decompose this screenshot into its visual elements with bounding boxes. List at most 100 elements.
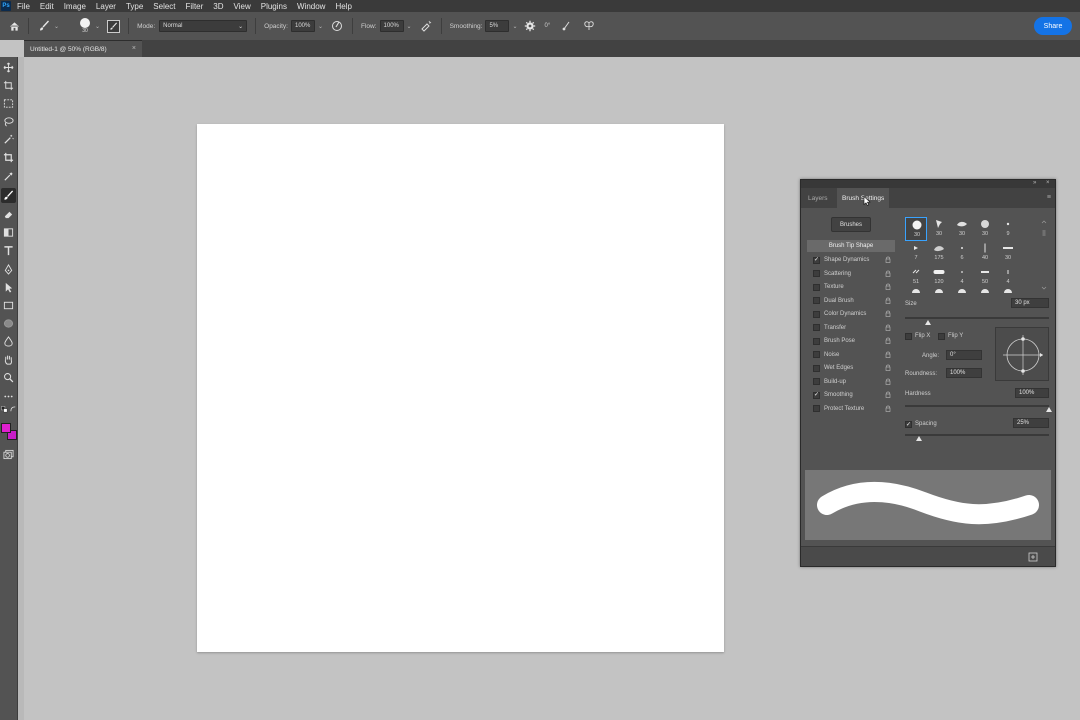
brush-preset[interactable]: 4 [997,265,1019,289]
blur-tool-icon[interactable] [1,334,16,349]
brush-option-item[interactable]: Protect Texture [813,403,895,415]
lock-icon[interactable] [885,391,891,398]
spacing-field[interactable]: 25% [1013,418,1049,428]
menu-file[interactable]: File [17,2,30,11]
brush-preset[interactable]: 30 [974,217,996,241]
brush-option-checkbox[interactable] [813,270,820,277]
hardness-slider-thumb[interactable] [1046,407,1052,412]
roundness-field[interactable]: 100% [946,368,982,378]
brush-preset[interactable]: 6 [951,241,973,265]
gradient-tool-icon[interactable] [1,225,16,240]
brush-preset[interactable]: 120 [928,265,950,289]
crop-tool-icon[interactable] [1,150,16,165]
brush-preset-partial[interactable] [912,289,920,293]
spacing-slider-thumb[interactable] [916,436,923,441]
menu-filter[interactable]: Filter [186,2,204,11]
lock-icon[interactable] [885,324,891,331]
quick-mask-icon[interactable] [1,447,16,462]
airbrush-icon[interactable] [419,19,433,33]
brush-preset[interactable]: 175 [928,241,950,265]
brush-option-checkbox[interactable] [813,297,820,304]
lock-icon[interactable] [885,378,891,385]
path-selection-tool-icon[interactable] [1,280,16,295]
lasso-tool-icon[interactable] [1,114,16,129]
marquee-tool-icon[interactable] [1,96,16,111]
brush-preset-picker[interactable]: 30 [78,18,92,34]
home-icon[interactable] [8,20,20,32]
lock-icon[interactable] [885,270,891,277]
lock-icon[interactable] [885,283,891,290]
brush-option-item[interactable]: Build-up [813,376,895,388]
chevron-down-icon[interactable]: ⌄ [512,23,517,30]
brush-option-checkbox[interactable] [813,364,820,372]
opacity-field[interactable]: 100% [290,20,315,32]
menu-image[interactable]: Image [64,2,86,11]
pen-tool-icon[interactable] [1,262,16,277]
flow-field[interactable]: 100% [379,20,404,32]
flip-y-checkbox[interactable] [938,333,945,340]
document-tab[interactable]: Untitled-1 @ 50% (RGB/8) × [24,40,142,57]
close-icon[interactable]: × [132,45,136,52]
chevron-down-icon[interactable]: ⌄ [54,23,59,30]
brush-option-checkbox[interactable]: ✓ [813,391,820,399]
brush-option-item[interactable]: Color Dynamics [813,308,895,320]
menu-layer[interactable]: Layer [96,2,116,11]
brush-tool-icon[interactable] [1,188,16,203]
brush-option-item[interactable]: Noise [813,349,895,361]
rectangle-tool-icon[interactable] [1,298,16,313]
swap-colors-icon[interactable] [9,405,17,413]
pressure-size-icon[interactable] [560,19,574,33]
menu-help[interactable]: Help [335,2,351,11]
size-slider-track[interactable] [905,317,1049,319]
document-canvas[interactable] [197,124,724,652]
brush-tip-shape-item[interactable]: Brush Tip Shape [807,240,895,252]
flip-x-checkbox[interactable] [905,333,912,340]
brush-preset[interactable]: 40 [974,241,996,265]
brush-preset-partial[interactable] [1004,289,1012,293]
hardness-slider-track[interactable] [905,405,1049,407]
brush-preset[interactable]: 30 [928,217,950,241]
type-tool-icon[interactable] [1,243,16,258]
eraser-tool-icon[interactable] [1,207,16,222]
preset-scrollbar[interactable] [1041,220,1047,290]
lock-icon[interactable] [885,337,891,344]
brush-option-item[interactable]: Transfer [813,322,895,334]
tab-layers[interactable]: Layers [803,188,833,208]
panel-menu-icon[interactable]: ≡ [1047,194,1051,201]
size-field[interactable]: 30 px [1011,298,1049,308]
spacing-slider-track[interactable] [905,434,1049,436]
chevron-down-icon[interactable]: ⌄ [95,23,100,30]
brush-option-checkbox[interactable] [813,324,820,331]
lock-icon[interactable] [885,297,891,304]
brush-option-checkbox[interactable] [813,351,820,358]
menu-plugins[interactable]: Plugins [261,2,287,11]
brush-option-checkbox[interactable] [813,283,820,291]
smoothing-options-gear-icon[interactable] [523,19,537,33]
foreground-color-swatch[interactable] [1,423,11,433]
brush-option-checkbox[interactable]: ✓ [813,256,820,264]
share-button[interactable]: Share [1034,17,1072,35]
brush-tool-preset-icon[interactable] [37,19,51,33]
close-icon[interactable]: × [1046,180,1050,186]
brush-option-checkbox[interactable] [813,337,820,345]
create-new-brush-button[interactable] [1027,551,1038,562]
brush-preset[interactable]: 4 [951,265,973,289]
chevron-down-icon[interactable]: ⌄ [407,23,412,30]
magic-wand-tool-icon[interactable] [1,132,16,147]
brush-preset-partial[interactable] [981,289,989,293]
zoom-tool-icon[interactable] [1,370,16,385]
brush-option-item[interactable]: Wet Edges [813,362,895,374]
brush-preset[interactable]: 30 [951,217,973,241]
brush-option-item[interactable]: ✓ Smoothing [813,389,895,401]
brush-option-item[interactable]: ✓ Shape Dynamics [813,254,895,266]
hardness-field[interactable]: 100% [1015,388,1049,398]
lock-icon[interactable] [885,405,891,412]
lock-icon[interactable] [885,351,891,358]
brush-preset-partial[interactable] [958,289,966,293]
smoothing-field[interactable]: 5% [485,20,510,32]
brush-preset-partial[interactable] [935,289,943,293]
brush-option-item[interactable]: Dual Brush [813,295,895,307]
menu-3d[interactable]: 3D [213,2,223,11]
brush-option-checkbox[interactable] [813,310,820,318]
menu-window[interactable]: Window [297,2,325,11]
